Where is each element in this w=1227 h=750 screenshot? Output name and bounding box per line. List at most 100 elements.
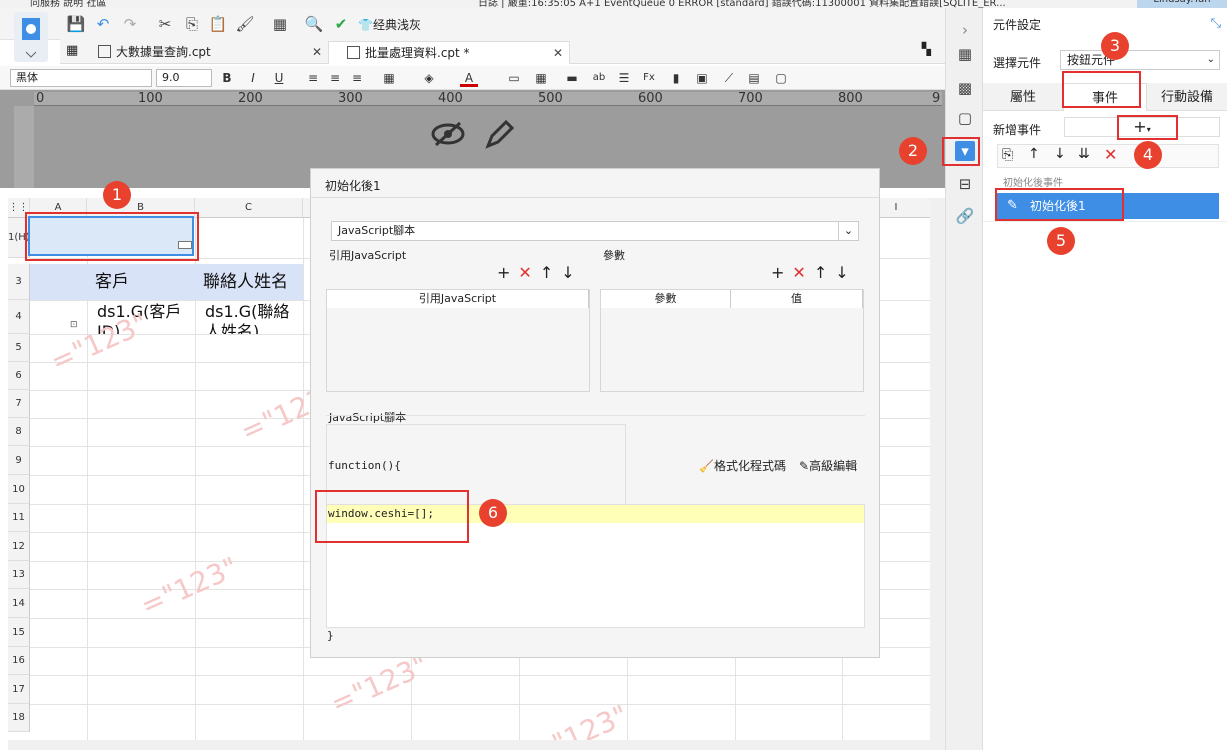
column-header-c[interactable]: C	[195, 198, 303, 218]
highlight-box-6	[315, 490, 469, 543]
paste-icon[interactable]: 📋	[208, 14, 228, 34]
header-cell-a[interactable]	[30, 264, 87, 300]
cut-icon[interactable]: ✂	[155, 14, 175, 34]
log-status: 日誌 | 嚴重:16:35:05 A+1 EventQueue 0 ERROR …	[478, 0, 1006, 8]
align-left-icon[interactable]: ≡	[304, 69, 322, 87]
sort-icon[interactable]: ⇊	[1078, 146, 1090, 162]
header-cell-contact[interactable]: 聯絡人姓名	[195, 264, 303, 300]
delete-icon[interactable]: ✕	[792, 263, 813, 282]
chart-icon[interactable]: ▮	[667, 69, 685, 87]
widget-type-select[interactable]: 按鈕元件 ⌄	[1060, 50, 1220, 70]
delete-icon[interactable]: ✕	[518, 263, 539, 282]
row-header[interactable]: 9	[8, 446, 30, 475]
expand-icon[interactable]: ⊡	[70, 320, 78, 330]
row-header[interactable]: 10	[8, 475, 30, 504]
row-header[interactable]: 8	[8, 418, 30, 446]
row-header[interactable]: 13	[8, 561, 30, 589]
row-header[interactable]: 12	[8, 532, 30, 561]
app-logo-icon[interactable]	[14, 12, 48, 62]
tab-menu-icon[interactable]: ▚	[922, 42, 931, 56]
font-size-select[interactable]: 9.0	[156, 69, 212, 87]
horizontal-scrollbar[interactable]	[8, 740, 945, 750]
delete-icon[interactable]: ✕	[1104, 145, 1117, 164]
user-badge[interactable]: Lindsay.Yan	[1137, 0, 1227, 8]
font-select[interactable]: 黑体	[10, 69, 152, 87]
dock-icon[interactable]: ⤡	[1211, 16, 1221, 31]
row-header[interactable]: 15	[8, 618, 30, 647]
format-code-button[interactable]: 🧹格式化程式碼	[699, 457, 786, 474]
font-color-icon[interactable]: A	[460, 69, 478, 87]
up-icon[interactable]: ↑	[540, 263, 561, 282]
fill-color-icon[interactable]: ◈	[420, 69, 438, 87]
down-icon[interactable]: ↓	[835, 263, 856, 282]
copy-icon[interactable]: ⎘	[182, 14, 202, 34]
border-style-icon[interactable]: ▢	[772, 69, 790, 87]
frame-icon[interactable]: ▢	[955, 108, 975, 128]
up-icon[interactable]: ↑	[814, 263, 835, 282]
row-header[interactable]: 7	[8, 390, 30, 418]
close-icon[interactable]: ✕	[553, 42, 563, 64]
textfield-icon[interactable]: ▬	[563, 69, 581, 87]
tab-file-2[interactable]: 批量處理資料.cpt * ✕	[328, 41, 570, 64]
style-button[interactable]: 👕经典浅灰	[358, 16, 421, 33]
italic-button[interactable]: I	[244, 69, 262, 87]
ref-js-actions: +✕↑↓	[497, 263, 583, 282]
row-header[interactable]: 11	[8, 504, 30, 532]
hide-eye-icon[interactable]	[430, 120, 466, 155]
top-menu: 同服務 說明 社區	[30, 0, 107, 8]
move-up-icon[interactable]: ↑	[1028, 146, 1040, 162]
row-header[interactable]: 18	[8, 704, 30, 732]
row-header[interactable]: 14	[8, 589, 30, 618]
tab-mobile[interactable]: 行動設備	[1147, 83, 1227, 111]
tab-file-1[interactable]: 大數據量查詢.cpt ✕	[80, 41, 328, 64]
sub-report-icon[interactable]: ▤	[745, 69, 763, 87]
data-cell-contact-name[interactable]: ds1.G(聯絡人姓名)	[195, 302, 303, 334]
border-icon[interactable]: ▦	[380, 69, 398, 87]
add-icon[interactable]: +	[497, 263, 518, 282]
row-header[interactable]: 5	[8, 334, 30, 362]
tab-properties[interactable]: 屬性	[983, 83, 1063, 111]
event-type-select[interactable]: JavaScript腳本 ⌄	[331, 221, 859, 241]
save-icon[interactable]: 💾	[66, 14, 86, 34]
underline-button[interactable]: U	[270, 69, 288, 87]
formula-icon[interactable]: Fx	[640, 69, 658, 87]
condition-icon[interactable]: ⊟	[955, 174, 975, 194]
advanced-edit-button[interactable]: ✎高級編輯	[799, 457, 857, 474]
redo-icon[interactable]: ↷	[120, 14, 140, 34]
move-down-icon[interactable]: ↓	[1054, 146, 1066, 162]
down-icon[interactable]: ↓	[561, 263, 582, 282]
header-cell-customer[interactable]: 客戶	[87, 264, 195, 300]
row-header[interactable]: 6	[8, 362, 30, 390]
image-icon[interactable]: ▣	[693, 69, 711, 87]
cell-icon[interactable]: ▭	[505, 69, 523, 87]
row-header[interactable]: 3	[8, 264, 30, 300]
row-header[interactable]: 17	[8, 675, 30, 704]
template-icon[interactable]: ▦	[270, 14, 290, 34]
close-icon[interactable]: ✕	[312, 41, 322, 63]
check-icon[interactable]: ✔	[331, 14, 351, 34]
collapse-arrow-icon[interactable]: ›	[955, 20, 975, 40]
format-painter-icon[interactable]: 🖌	[235, 14, 255, 34]
align-right-icon[interactable]: ≡	[348, 69, 366, 87]
ref-js-table: 引用JavaScript	[326, 289, 590, 392]
hyperlink-icon[interactable]: 🔗	[955, 206, 975, 226]
undo-icon[interactable]: ↶	[93, 14, 113, 34]
cell-attr-icon[interactable]: ▦	[955, 44, 975, 64]
text-icon[interactable]: ab	[590, 69, 608, 87]
align-center-icon[interactable]: ≡	[326, 69, 344, 87]
edit-pencil-icon[interactable]	[484, 119, 515, 157]
vertical-scrollbar[interactable]	[930, 198, 945, 742]
table-icon[interactable]: ▦	[532, 69, 550, 87]
paragraph-icon[interactable]: ☰	[615, 69, 633, 87]
add-icon[interactable]: +	[771, 263, 792, 282]
copy-event-icon[interactable]: ⎘	[1002, 147, 1013, 163]
slash-icon[interactable]: ⟋	[720, 69, 738, 87]
row-header[interactable]: 16	[8, 647, 30, 675]
row-header[interactable]: 4	[8, 300, 30, 334]
file-icon	[98, 45, 111, 58]
grid-icon: ▦	[66, 43, 79, 58]
params-actions: +✕↑↓	[771, 263, 857, 282]
cell-element-icon[interactable]: ▩	[955, 78, 975, 98]
preview-icon[interactable]: 🔍	[304, 14, 324, 34]
bold-button[interactable]: B	[218, 69, 236, 87]
